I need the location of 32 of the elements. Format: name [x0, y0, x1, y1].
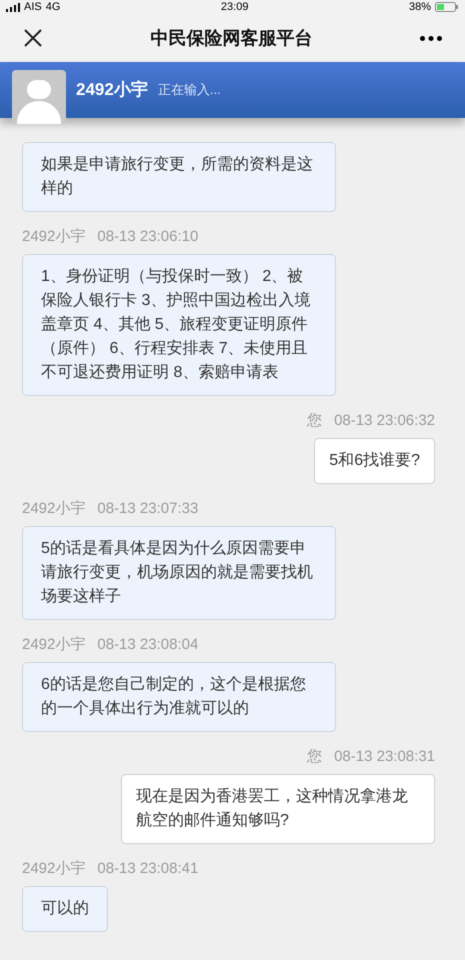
- message-time: 08-13 23:08:41: [97, 860, 198, 878]
- message-bubble: 可以的: [22, 886, 108, 932]
- message-time: 08-13 23:08:31: [334, 748, 435, 766]
- battery-percent: 38%: [408, 0, 431, 15]
- close-button[interactable]: [22, 27, 44, 49]
- battery-icon: [434, 2, 459, 12]
- network-type: 4G: [46, 0, 60, 15]
- message-time: 08-13 23:07:33: [97, 500, 198, 518]
- sender-name: 2492小宇: [22, 500, 86, 518]
- message-bubble: 1、身份证明（与投保时一致） 2、被保险人银行卡 3、护照中国边检出入境盖章页 4、其他 5、旅程变更证明原件（原件） 6、行程安排表 7、未使用且不可退还费用证明 8、索赔申请表: [22, 254, 336, 396]
- close-icon: [24, 29, 42, 47]
- message-bubble: 5的话是看具体是因为什么原因需要申请旅行变更，机场原因的就是需要找机场要这样子: [22, 526, 336, 620]
- sender-name: 2492小宇: [22, 860, 86, 878]
- more-icon: [420, 36, 442, 40]
- message-bubble: 如果是申请旅行变更，所需的资料是这样的: [22, 142, 336, 212]
- sender-name: 您: [307, 748, 322, 766]
- message-bubble: 现在是因为香港罢工，这种情况拿港龙航空的邮件通知够吗?: [121, 774, 435, 844]
- avatar-silhouette: [12, 70, 66, 124]
- message-time: 08-13 23:08:04: [97, 636, 198, 654]
- page-title: 中民保险网客服平台: [150, 26, 312, 50]
- message-time: 08-13 23:06:32: [334, 412, 435, 430]
- clock-time: 23:09: [220, 0, 248, 15]
- typing-status: 正在输入...: [158, 81, 221, 100]
- message-bubble: 6的话是您自己制定的，这个是根据您的一个具体出行为准就可以的: [22, 662, 336, 732]
- carrier-name: AIS: [24, 0, 42, 15]
- sender-name: 2492小宇: [22, 636, 86, 654]
- agent-name: 2492小宇: [76, 79, 148, 102]
- message-bubble: 5和6找谁要?: [314, 438, 435, 484]
- signal-icon: [6, 2, 20, 12]
- sender-name: 2492小宇: [22, 228, 86, 246]
- message-time: 08-13 23:06:10: [97, 228, 198, 246]
- sender-name: 您: [307, 412, 322, 430]
